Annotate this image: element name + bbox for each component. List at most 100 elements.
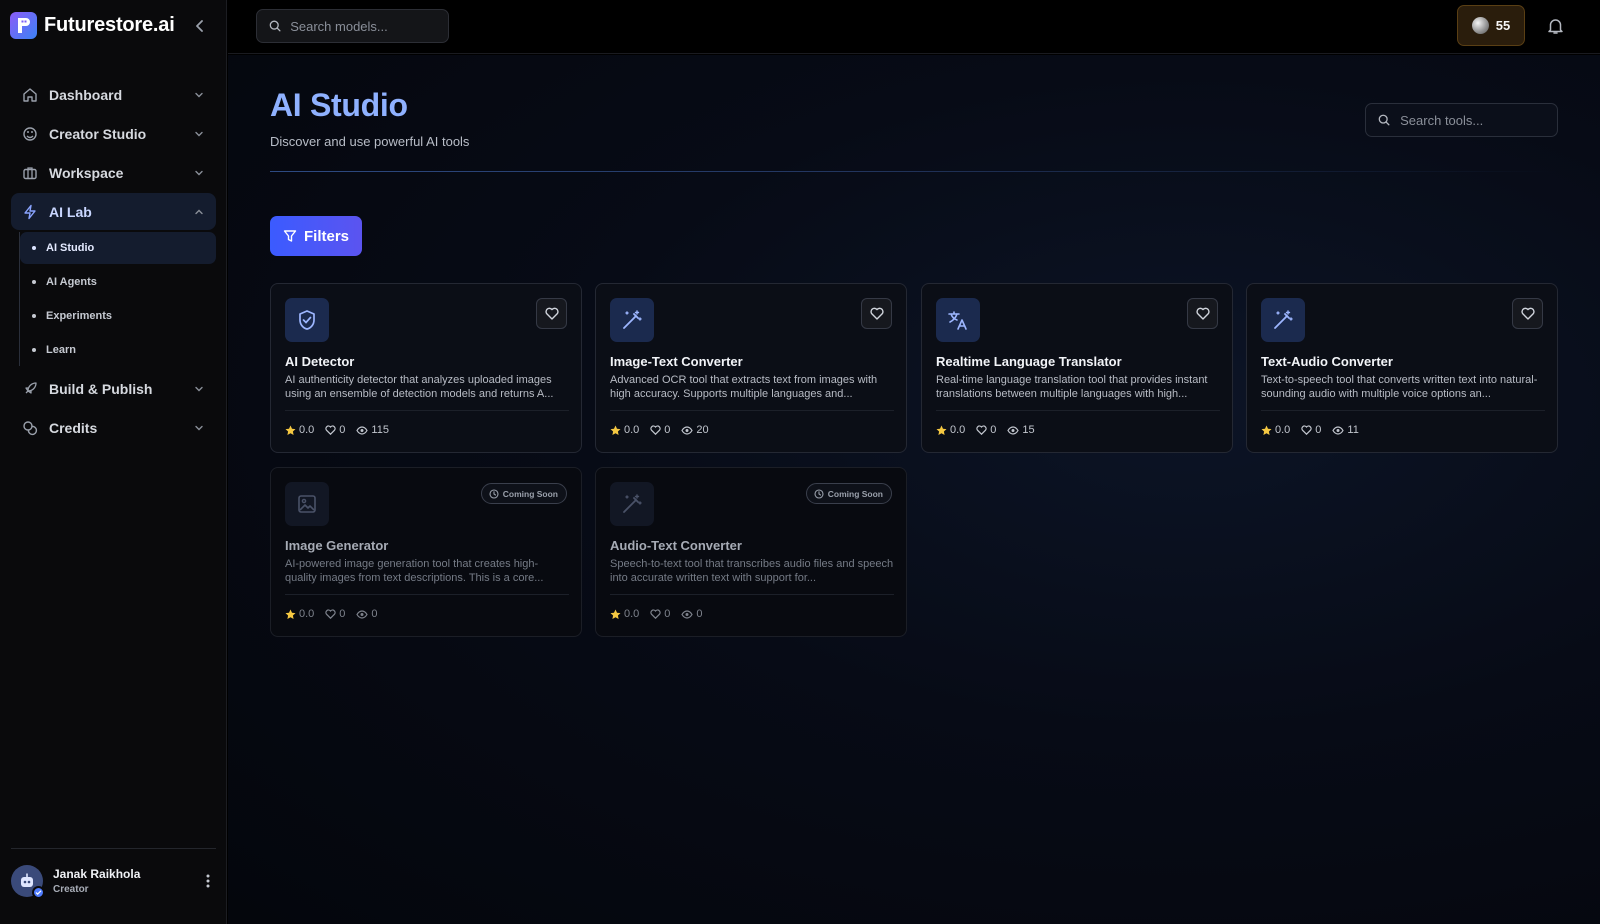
tool-views: 11 [1347,424,1359,436]
coin-icon [1471,17,1489,34]
bell-icon [1547,19,1563,34]
sidebar-divider [11,848,216,849]
favorite-button[interactable] [536,298,567,329]
tool-title: Image Generator [285,538,389,553]
eye-icon [356,609,369,619]
tool-card[interactable]: Coming Soon Audio-Text Converter Speech-… [595,467,907,637]
card-divider [1261,410,1545,411]
tool-views: 0 [371,608,378,620]
tool-likes: 0 [990,424,997,436]
sidebar-item-ai-lab[interactable]: AI Lab [11,193,216,230]
brand-name: Futurestore.ai [44,13,175,36]
star-icon [285,425,296,435]
tool-description: AI-powered image generation tool that cr… [285,558,544,584]
card-divider [285,594,569,595]
sidebar-item-label: Build & Publish [49,380,153,397]
star-icon [285,609,296,619]
tool-rating: 0.0 [624,608,640,620]
home-icon [22,87,38,103]
star-icon [610,609,621,619]
heart-icon [650,609,661,619]
tools-search[interactable] [1365,103,1558,137]
filters-button[interactable]: Filters [270,216,362,256]
tool-title: Image-Text Converter [610,354,743,369]
sidebar-item-build-publish[interactable]: Build & Publish [11,370,216,407]
tool-card[interactable]: Coming Soon Image Generator AI-powered i… [270,467,582,637]
notifications-button[interactable] [1544,15,1566,37]
tool-title: AI Detector [285,354,355,369]
model-search-input[interactable] [290,18,436,34]
coins-icon [22,420,38,436]
card-divider [610,594,894,595]
collapse-sidebar-button[interactable] [190,16,210,36]
sidebar-item-label: Credits [49,419,98,436]
chevron-down-icon [193,422,205,434]
coming-soon-label: Coming Soon [827,488,883,499]
card-divider [936,410,1220,411]
favorite-button[interactable] [861,298,892,329]
magic-wand-icon [1261,298,1305,342]
tool-description: Real-time language translation tool that… [936,374,1208,400]
chevron-down-icon [193,383,205,395]
tool-stats: 0.0 0 11 [1261,424,1359,436]
sidebar-item-label: Creator Studio [49,125,147,142]
tool-card[interactable]: Realtime Language Translator Real-time l… [921,283,1233,453]
tool-description: Speech-to-text tool that transcribes aud… [610,558,894,584]
more-vertical-icon [206,874,210,888]
tool-card[interactable]: AI Detector AI authenticity detector tha… [270,283,582,453]
magic-wand-icon [610,298,654,342]
sidebar-subitem-learn[interactable]: Learn [20,334,216,366]
favorite-button[interactable] [1187,298,1218,329]
heart-icon [1195,307,1210,320]
user-profile[interactable]: Janak Raikhola Creator [11,863,216,899]
search-icon [1378,114,1390,126]
tool-likes: 0 [339,424,346,436]
eye-icon [1332,425,1345,435]
sidebar-item-label: Dashboard [49,86,123,103]
heart-icon [1520,307,1535,320]
avatar [11,865,45,899]
star-icon [610,425,621,435]
ai-lab-submenu: AI Studio AI Agents Experiments Learn [19,232,216,366]
coming-soon-badge: Coming Soon [805,483,892,504]
sidebar-subitem-ai-studio[interactable]: AI Studio [20,232,216,264]
sidebar-item-credits[interactable]: Credits [11,409,216,446]
topbar: 55 [228,0,1600,54]
tool-rating: 0.0 [950,424,966,436]
sidebar-subitem-experiments[interactable]: Experiments [20,300,216,332]
tool-stats: 0.0 0 0 [285,608,378,620]
chevron-down-icon [193,128,205,140]
sidebar-item-creator-studio[interactable]: Creator Studio [11,115,216,152]
heart-icon [869,307,884,320]
sidebar: Futurestore.ai Dashboard Creator Studio … [0,0,227,924]
briefcase-icon [22,165,38,181]
sidebar-subitem-label: AI Studio [46,242,95,254]
sidebar-subitem-label: Experiments [46,310,113,322]
chevron-left-icon [196,20,203,32]
coming-soon-badge: Coming Soon [480,483,567,504]
clock-icon [489,488,499,499]
favorite-button[interactable] [1512,298,1543,329]
tools-search-input[interactable] [1400,112,1545,128]
sidebar-item-workspace[interactable]: Workspace [11,154,216,191]
sidebar-item-dashboard[interactable]: Dashboard [11,76,216,113]
tool-likes: 0 [664,608,671,620]
credits-balance-button[interactable]: 55 [1457,5,1525,46]
brand[interactable]: Futurestore.ai [10,11,175,39]
coming-soon-label: Coming Soon [502,488,558,499]
tool-stats: 0.0 0 20 [610,424,709,436]
tool-card[interactable]: Image-Text Converter Advanced OCR tool t… [595,283,907,453]
tool-likes: 0 [664,424,671,436]
tool-card[interactable]: Text-Audio Converter Text-to-speech tool… [1246,283,1558,453]
eye-icon [356,425,369,435]
tool-stats: 0.0 0 115 [285,424,389,436]
bullet-icon [32,246,36,250]
heart-icon [1301,425,1312,435]
tool-views: 115 [371,424,389,436]
credits-count: 55 [1495,18,1511,33]
clock-icon [814,488,824,499]
user-menu-button[interactable] [200,871,216,891]
sidebar-subitem-ai-agents[interactable]: AI Agents [20,266,216,298]
tool-title: Text-Audio Converter [1261,354,1393,369]
model-search[interactable] [256,9,449,43]
